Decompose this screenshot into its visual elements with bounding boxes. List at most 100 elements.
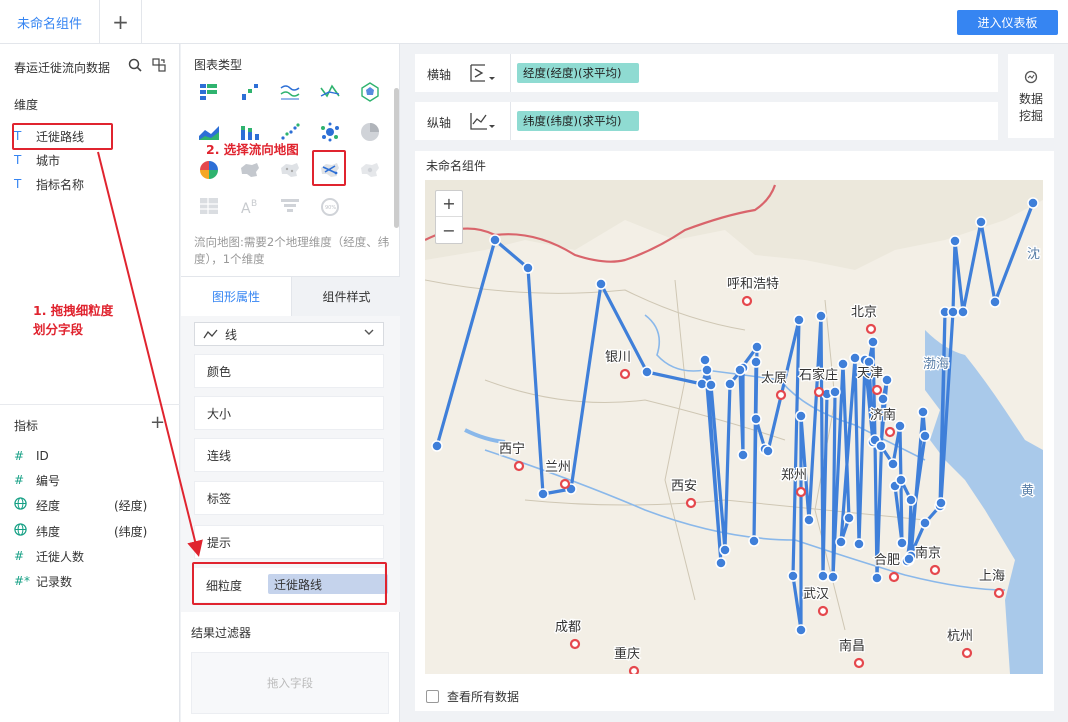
color-property[interactable]: 颜色	[194, 354, 384, 388]
flow-endpoint[interactable]	[734, 364, 746, 376]
flow-endpoint[interactable]	[705, 379, 717, 391]
flow-endpoint[interactable]	[522, 262, 534, 274]
flow-endpoint[interactable]	[871, 572, 883, 584]
flow-endpoint[interactable]	[817, 570, 829, 582]
flow-endpoint[interactable]	[867, 336, 879, 348]
flow-endpoint[interactable]	[989, 296, 1001, 308]
show-all-checkbox[interactable]	[426, 690, 439, 703]
flow-endpoint[interactable]	[715, 557, 727, 569]
zoom-out-button[interactable]: −	[436, 217, 462, 243]
flow-endpoint[interactable]	[815, 310, 827, 322]
flow-endpoint[interactable]	[762, 445, 774, 457]
flow-endpoint[interactable]	[957, 306, 969, 318]
cross-table-icon[interactable]	[197, 80, 221, 104]
flow-endpoint[interactable]	[947, 306, 959, 318]
data-mining-button[interactable]: 数据 挖掘	[1008, 54, 1054, 138]
dimension-field-city[interactable]: T 城市	[14, 150, 60, 170]
zoom-in-button[interactable]: +	[436, 191, 462, 217]
flow-endpoint[interactable]	[795, 624, 807, 636]
region-map-icon[interactable]	[238, 158, 262, 182]
tab-widget-style[interactable]: 组件样式	[291, 277, 401, 316]
add-metric-button[interactable]: +	[150, 412, 165, 433]
flow-endpoint[interactable]	[949, 235, 961, 247]
flow-endpoint[interactable]	[751, 341, 763, 353]
flow-endpoint[interactable]	[701, 364, 713, 376]
metric-field-latitude[interactable]: 纬度 (纬度)	[14, 521, 164, 541]
gauge-chart-icon[interactable]: 90%	[318, 194, 342, 218]
result-filter-dropzone[interactable]: 拖入字段	[191, 652, 389, 714]
flow-endpoint[interactable]	[875, 440, 887, 452]
flow-endpoint[interactable]	[849, 352, 861, 364]
table-icon[interactable]	[197, 194, 221, 218]
flow-endpoint[interactable]	[489, 234, 501, 246]
flow-endpoint[interactable]	[843, 512, 855, 524]
flow-endpoint[interactable]	[750, 413, 762, 425]
flow-endpoint[interactable]	[787, 570, 799, 582]
rose-chart-icon[interactable]	[197, 158, 221, 182]
tab-unnamed-widget[interactable]: 未命名组件	[0, 0, 100, 44]
flow-endpoint[interactable]	[917, 406, 929, 418]
search-icon[interactable]	[128, 58, 142, 72]
flow-endpoint[interactable]	[1027, 197, 1039, 209]
flow-endpoint[interactable]	[699, 354, 711, 366]
connection-property[interactable]: 连线	[194, 438, 384, 472]
flow-endpoint[interactable]	[881, 374, 893, 386]
metric-field-number[interactable]: # 编号	[14, 470, 60, 490]
flow-endpoint[interactable]	[905, 494, 917, 506]
flow-endpoint[interactable]	[537, 488, 549, 500]
pie-chart-icon[interactable]	[358, 120, 382, 144]
flow-endpoint[interactable]	[877, 393, 889, 405]
flow-endpoint[interactable]	[803, 514, 815, 526]
flow-endpoint[interactable]	[835, 536, 847, 548]
x-axis-field-chip[interactable]: 经度(经度)(求平均)	[517, 63, 639, 83]
flow-endpoint[interactable]	[895, 474, 907, 486]
flow-endpoint[interactable]	[793, 314, 805, 326]
x-axis-sort-icon[interactable]	[469, 62, 497, 84]
flow-endpoint[interactable]	[431, 440, 443, 452]
flow-endpoint[interactable]	[795, 410, 807, 422]
flow-endpoint[interactable]	[975, 216, 987, 228]
flow-endpoint[interactable]	[887, 458, 899, 470]
metric-field-migrants[interactable]: # 迁徙人数	[14, 546, 84, 566]
flow-map[interactable]: 呼和浩特 北京 银川 太原 石家庄 天津 渤海 济南 西宁 兰州 西安 郑州 合肥 南京 上海 武汉 成都 重庆 南…	[425, 180, 1043, 674]
show-all-data-toggle[interactable]: 查看所有数据	[426, 688, 519, 705]
tooltip-property[interactable]: 提示	[194, 525, 384, 559]
metric-field-id[interactable]: # ID	[14, 446, 49, 466]
flow-endpoint[interactable]	[827, 571, 839, 583]
flow-endpoint[interactable]	[641, 366, 653, 378]
flow-endpoint[interactable]	[896, 537, 908, 549]
flow-endpoint[interactable]	[595, 278, 607, 290]
mark-type-select[interactable]: 线	[194, 322, 384, 346]
chart-type-scrollbar[interactable]	[394, 88, 399, 228]
point-map-icon[interactable]	[278, 158, 302, 182]
flow-endpoint[interactable]	[919, 430, 931, 442]
radar-chart-icon[interactable]	[358, 80, 382, 104]
flow-endpoint[interactable]	[894, 420, 906, 432]
label-property[interactable]: 标签	[194, 481, 384, 515]
line-chart-icon[interactable]	[278, 80, 302, 104]
flow-endpoint[interactable]	[724, 378, 736, 390]
enter-dashboard-button[interactable]: 进入仪表板	[957, 10, 1058, 35]
tab-graph-properties[interactable]: 图形属性	[181, 277, 291, 316]
flow-endpoint[interactable]	[719, 544, 731, 556]
flow-endpoint[interactable]	[748, 535, 760, 547]
flow-endpoint[interactable]	[853, 538, 865, 550]
heat-map-icon[interactable]	[358, 158, 382, 182]
bar-chart-icon[interactable]	[238, 80, 262, 104]
size-property[interactable]: 大小	[194, 396, 384, 430]
combo-chart-icon[interactable]	[318, 80, 342, 104]
flow-endpoint[interactable]	[935, 497, 947, 509]
flow-endpoint[interactable]	[919, 517, 931, 529]
y-axis-sort-icon[interactable]	[469, 110, 497, 132]
flow-endpoint[interactable]	[750, 356, 762, 368]
funnel-chart-icon[interactable]	[278, 194, 302, 218]
flow-endpoint[interactable]	[737, 449, 749, 461]
metric-field-record-count[interactable]: #* 记录数	[14, 571, 72, 591]
switch-dataset-icon[interactable]	[152, 58, 166, 72]
bubble-chart-icon[interactable]	[318, 120, 342, 144]
dimension-field-metric-name[interactable]: T 指标名称	[14, 174, 84, 194]
flow-endpoint[interactable]	[903, 553, 915, 565]
y-axis-field-chip[interactable]: 纬度(纬度)(求平均)	[517, 111, 639, 131]
flow-endpoint[interactable]	[829, 386, 841, 398]
metric-field-longitude[interactable]: 经度 (经度)	[14, 495, 164, 515]
